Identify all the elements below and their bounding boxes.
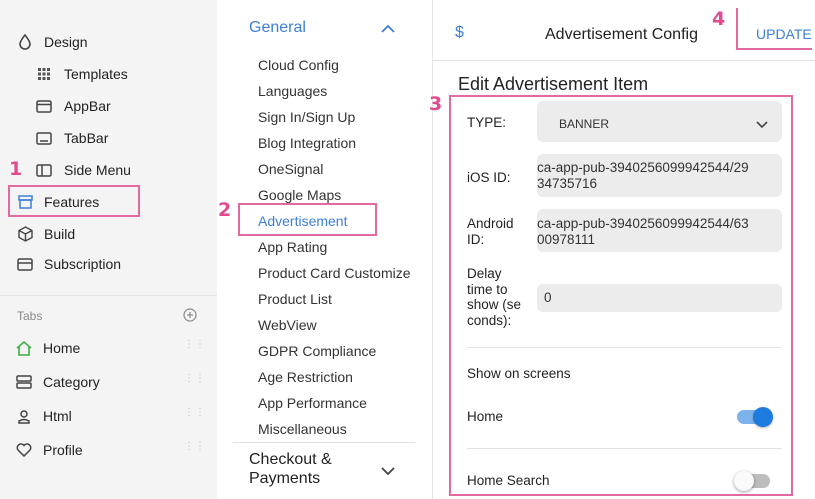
sidebar-item-label: Design	[44, 34, 88, 50]
drag-handle-icon[interactable]: ⋮⋮	[184, 374, 205, 389]
menu-item[interactable]: App Rating	[258, 239, 327, 255]
sidebar-item-appbar[interactable]: AppBar	[0, 93, 217, 119]
menu-item[interactable]: OneSignal	[258, 161, 323, 177]
menu-item[interactable]: Google Maps	[258, 187, 341, 203]
tab-item-label: Category	[43, 374, 100, 390]
sidebar-item-subscription[interactable]: Subscription	[0, 251, 217, 277]
category-icon	[16, 374, 32, 390]
menu-item[interactable]: Languages	[258, 83, 327, 99]
chevron-up-icon[interactable]	[381, 21, 395, 33]
tab-item-label: Home	[43, 340, 81, 356]
marker-number: 4	[712, 8, 726, 30]
tabbar-icon	[36, 130, 52, 146]
tab-item-category[interactable]: Category ⋮⋮	[0, 369, 217, 395]
menu-item[interactable]: Sign In/Sign Up	[258, 109, 355, 125]
menu-item[interactable]: WebView	[258, 317, 317, 333]
palette-icon	[17, 34, 33, 50]
menu-item[interactable]: App Performance	[258, 395, 367, 411]
drag-handle-icon[interactable]: ⋮⋮	[184, 442, 205, 457]
menu-section-title-line: Payments	[249, 470, 321, 487]
tab-item-label: Html	[43, 408, 72, 424]
sidebar-item-label: AppBar	[64, 98, 111, 114]
tab-item-html[interactable]: Html ⋮⋮	[0, 403, 217, 429]
menu-item[interactable]: Blog Integration	[258, 135, 356, 151]
side-menu-icon	[36, 162, 52, 178]
highlight-box-features	[8, 185, 140, 217]
sidebar-item-label: TabBar	[64, 130, 109, 146]
person-icon	[16, 408, 32, 424]
menu-item[interactable]: Product Card Customize	[258, 265, 411, 281]
menu-item[interactable]: Product List	[258, 291, 332, 307]
highlight-box-form	[449, 95, 793, 496]
chevron-down-icon[interactable]	[381, 463, 395, 476]
sidebar-item-label: Subscription	[44, 256, 122, 272]
menu-item[interactable]: Cloud Config	[258, 57, 339, 73]
tab-item-label: Profile	[43, 442, 83, 458]
dollar-icon: $	[455, 24, 464, 41]
sidebar-item-templates[interactable]: Templates	[0, 61, 217, 87]
sidebar-item-tabbar[interactable]: TabBar	[0, 125, 217, 151]
menu-divider	[233, 442, 415, 443]
appbar-icon	[36, 98, 52, 114]
card-icon	[17, 256, 33, 272]
marker-number: 2	[218, 199, 232, 221]
sidebar-divider	[0, 295, 217, 296]
form-title: Edit Advertisement Item	[458, 74, 649, 94]
sidebar: Design Templates AppBar TabBar Side Menu	[0, 0, 217, 499]
grid-icon	[36, 66, 52, 82]
tab-item-home[interactable]: Home ⋮⋮	[0, 335, 217, 361]
marker-number: 3	[429, 93, 443, 115]
header-divider	[433, 60, 815, 61]
sidebar-item-label: Templates	[64, 66, 128, 82]
marker-number: 1	[9, 158, 23, 180]
sidebar-item-label: Side Menu	[64, 162, 131, 178]
menu-item[interactable]: GDPR Compliance	[258, 343, 376, 359]
sidebar-item-label: Build	[44, 226, 76, 242]
tabs-header: Tabs	[17, 309, 43, 323]
home-icon	[16, 340, 32, 356]
drag-handle-icon[interactable]: ⋮⋮	[184, 408, 205, 423]
sidebar-item-build[interactable]: Build	[0, 221, 217, 247]
highlight-box-update	[736, 8, 812, 50]
page-title: Advertisement Config	[545, 26, 698, 43]
tab-item-profile[interactable]: Profile ⋮⋮	[0, 437, 217, 463]
menu-item[interactable]: Miscellaneous	[258, 421, 347, 437]
sidebar-item-side-menu[interactable]: Side Menu	[0, 157, 217, 183]
highlight-box-advertisement	[238, 203, 377, 236]
heart-icon	[16, 442, 32, 458]
menu-section-title-line: Checkout &	[249, 451, 332, 468]
feature-menu: General Cloud Config Languages Sign In/S…	[217, 0, 433, 499]
cube-icon	[17, 226, 33, 242]
drag-handle-icon[interactable]: ⋮⋮	[184, 340, 205, 355]
menu-section-title[interactable]: General	[249, 19, 306, 37]
add-tab-icon[interactable]	[183, 308, 197, 322]
menu-item[interactable]: Age Restriction	[258, 369, 353, 385]
menu-section-checkout[interactable]: Checkout & Payments	[249, 450, 332, 488]
sidebar-item-design[interactable]: Design	[0, 29, 217, 55]
